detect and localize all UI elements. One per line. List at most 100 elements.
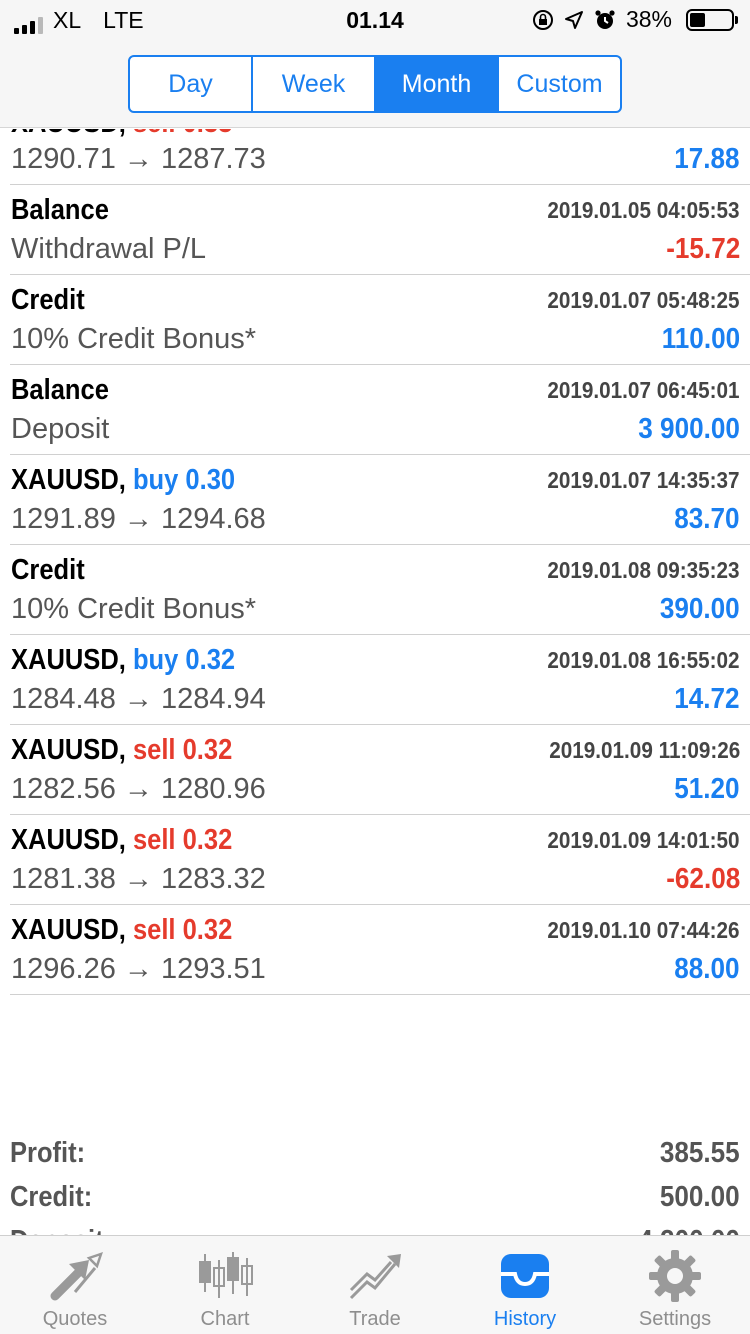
- row-title: Credit: [11, 284, 85, 317]
- tab-label: Settings: [638, 1308, 712, 1330]
- total-credit: Credit: 500.00: [10, 1175, 740, 1219]
- gear-icon: [645, 1248, 705, 1304]
- row-symbol: XAUUSD,: [11, 129, 126, 139]
- battery-level-fill: [690, 12, 705, 27]
- row-symbol: XAUUSD,: [11, 644, 126, 676]
- row-description: 1290.71 → 1287.73: [11, 143, 266, 175]
- history-row[interactable]: XAUUSD, sell 0.32 2019.01.09 11:09:26 1282…: [10, 725, 750, 815]
- history-row[interactable]: Credit 2019.01.07 05:48:25 10% Credit Bonu…: [10, 275, 750, 365]
- battery-percent: 38%: [625, 6, 672, 32]
- total-value: 500.00: [660, 1181, 740, 1213]
- period-tab-week[interactable]: Week: [253, 57, 376, 111]
- total-profit: Profit: 385.55: [10, 1131, 740, 1175]
- row-description: 1282.56 → 1280.96: [11, 773, 266, 805]
- status-right: 38%: [532, 6, 738, 33]
- row-title: Balance: [11, 374, 109, 407]
- row-amount: 83.70: [674, 503, 740, 535]
- row-title: XAUUSD, sell 0.32: [11, 734, 232, 767]
- row-side: sell: [132, 824, 176, 856]
- row-volume: 0.32: [182, 824, 233, 856]
- row-description: Deposit: [11, 413, 110, 445]
- row-symbol: Balance: [11, 194, 109, 226]
- quotes-arrows-icon: [45, 1248, 105, 1304]
- row-amount: 88.00: [674, 953, 740, 985]
- row-date: 2019.01.07 06:45:01: [547, 377, 740, 403]
- location-arrow-icon: [564, 10, 583, 29]
- row-title: XAUUSD, sell 0.32: [11, 914, 232, 947]
- row-side: buy: [132, 464, 179, 496]
- history-row-partial[interactable]: XAUUSD, sell 0.33 1290.71 → 1287.73 17.8…: [10, 129, 750, 185]
- alarm-clock-icon: [595, 9, 615, 29]
- tab-settings[interactable]: Settings: [600, 1236, 750, 1334]
- history-row[interactable]: XAUUSD, buy 0.30 2019.01.07 14:35:37 1291.…: [10, 455, 750, 545]
- row-title: XAUUSD, buy 0.30: [11, 464, 235, 497]
- period-tab-month[interactable]: Month: [376, 57, 499, 111]
- row-amount: 390.00: [660, 593, 740, 625]
- row-description: 10% Credit Bonus*: [11, 593, 257, 625]
- status-bar: XL LTE 01.14 38%: [0, 0, 750, 44]
- row-amount: -15.72: [665, 233, 740, 265]
- total-label: Profit:: [10, 1137, 86, 1169]
- totals-summary: Profit: 385.55 Credit: 500.00 Deposit: 4 200.…: [10, 1131, 740, 1235]
- history-row[interactable]: Balance 2019.01.07 06:45:01 Deposit 3 900.0…: [10, 365, 750, 455]
- row-symbol: XAUUSD,: [11, 464, 126, 496]
- orientation-lock-icon: [532, 9, 553, 30]
- total-value: 385.55: [660, 1137, 740, 1169]
- trade-trend-icon: [345, 1248, 405, 1304]
- row-symbol: Balance: [11, 374, 109, 406]
- row-title: XAUUSD, buy 0.32: [11, 644, 235, 677]
- tab-trade[interactable]: Trade: [300, 1236, 450, 1334]
- history-row[interactable]: XAUUSD, buy 0.32 2019.01.08 16:55:02 1284.…: [10, 635, 750, 725]
- period-tab-day[interactable]: Day: [130, 57, 253, 111]
- row-symbol: Credit: [11, 554, 85, 586]
- row-amount: 51.20: [674, 773, 740, 805]
- total-value: 4 200.00: [638, 1225, 740, 1235]
- total-label: Deposit:: [10, 1225, 112, 1235]
- top-bar: XL LTE 01.14 38% Day Week Month Custom: [0, 0, 750, 128]
- row-date: 2019.01.08 09:35:23: [547, 557, 740, 583]
- history-row[interactable]: XAUUSD, sell 0.32 2019.01.10 07:44:26 1296…: [10, 905, 750, 995]
- row-description: 1291.89 → 1294.68: [11, 503, 266, 535]
- row-amount: 14.72: [674, 683, 740, 715]
- period-tab-custom[interactable]: Custom: [499, 57, 620, 111]
- tab-label: History: [493, 1308, 557, 1330]
- row-description: 10% Credit Bonus*: [11, 323, 257, 355]
- row-title: XAUUSD, sell 0.32: [11, 824, 232, 857]
- row-side: buy: [132, 644, 179, 676]
- row-side: sell: [133, 129, 176, 139]
- row-amount: 17.88: [674, 143, 740, 175]
- row-date: 2019.01.07 14:35:37: [547, 467, 740, 493]
- tab-history[interactable]: History: [450, 1236, 600, 1334]
- history-row[interactable]: XAUUSD, sell 0.32 2019.01.09 14:01:50 1281…: [10, 815, 750, 905]
- row-volume: 0.32: [182, 734, 233, 766]
- row-description: Withdrawal P/L: [11, 233, 207, 265]
- row-symbol: XAUUSD,: [11, 914, 126, 946]
- history-row[interactable]: Credit 2019.01.08 09:35:23 10% Credit Bonu…: [10, 545, 750, 635]
- tab-label: Quotes: [42, 1308, 108, 1330]
- row-date: 2019.01.05 04:05:53: [547, 197, 740, 223]
- row-description: 1281.38 → 1283.32: [11, 863, 266, 895]
- history-row[interactable]: Balance 2019.01.05 04:05:53 Withdrawal P/L…: [10, 185, 750, 275]
- row-side: sell: [132, 914, 176, 946]
- history-list[interactable]: XAUUSD, sell 0.33 1290.71 → 1287.73 17.8…: [0, 129, 750, 1235]
- tab-chart[interactable]: Chart: [150, 1236, 300, 1334]
- row-date: 2019.01.08 16:55:02: [547, 647, 740, 673]
- row-amount: 110.00: [661, 323, 740, 355]
- tab-label: Trade: [349, 1308, 401, 1330]
- row-description: 1284.48 → 1284.94: [11, 683, 266, 715]
- row-amount: 3 900.00: [638, 413, 740, 445]
- row-symbol: Credit: [11, 284, 85, 316]
- row-symbol: XAUUSD,: [11, 734, 126, 766]
- tab-quotes[interactable]: Quotes: [0, 1236, 150, 1334]
- row-volume: 0.33: [183, 129, 233, 139]
- row-date: 2019.01.09 14:01:50: [547, 827, 740, 853]
- row-title: Credit: [11, 554, 85, 587]
- row-volume: 0.30: [185, 464, 236, 496]
- candlestick-chart-icon: [195, 1248, 255, 1304]
- row-amount: -62.08: [665, 863, 740, 895]
- row-side: sell: [132, 734, 176, 766]
- tab-label: Chart: [200, 1308, 250, 1330]
- row-volume: 0.32: [182, 914, 233, 946]
- total-deposit: Deposit: 4 200.00: [10, 1219, 740, 1235]
- row-description: 1296.26 → 1293.51: [11, 953, 266, 985]
